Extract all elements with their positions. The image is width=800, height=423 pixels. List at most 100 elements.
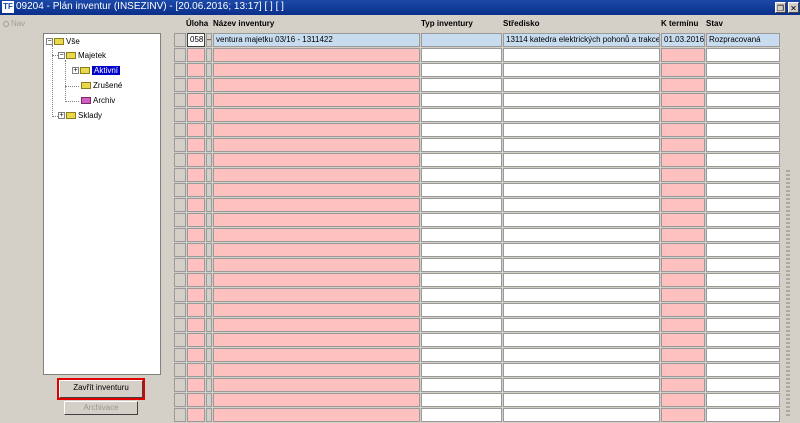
- cell-status[interactable]: [706, 378, 780, 392]
- cell-type[interactable]: [421, 303, 502, 317]
- cell-status[interactable]: [706, 393, 780, 407]
- row-selector[interactable]: [174, 228, 186, 242]
- cell-status[interactable]: [706, 243, 780, 257]
- cell-due[interactable]: [661, 213, 705, 227]
- cell-due[interactable]: [661, 393, 705, 407]
- cell-type[interactable]: [421, 363, 502, 377]
- row-selector[interactable]: [174, 318, 186, 332]
- cell-due[interactable]: [661, 318, 705, 332]
- row-selector[interactable]: [174, 303, 186, 317]
- row-selector[interactable]: [174, 213, 186, 227]
- cell-task[interactable]: [187, 333, 205, 347]
- cell-due[interactable]: [661, 333, 705, 347]
- cell-type[interactable]: [421, 108, 502, 122]
- cell-status[interactable]: [706, 273, 780, 287]
- cell-due[interactable]: 01.03.2016: [661, 33, 705, 47]
- cell-due[interactable]: [661, 243, 705, 257]
- cell-task[interactable]: [187, 48, 205, 62]
- close-inventory-button[interactable]: Zavřít inventuru: [57, 378, 145, 400]
- cell-status[interactable]: [706, 123, 780, 137]
- cell-due[interactable]: [661, 153, 705, 167]
- row-selector[interactable]: [174, 408, 186, 422]
- cell-status[interactable]: [706, 183, 780, 197]
- cell-task[interactable]: [187, 78, 205, 92]
- row-selector[interactable]: [174, 258, 186, 272]
- cell-due[interactable]: [661, 183, 705, 197]
- cell-center[interactable]: [503, 108, 660, 122]
- cell-type[interactable]: [421, 48, 502, 62]
- row-selector[interactable]: [174, 93, 186, 107]
- row-selector[interactable]: [174, 378, 186, 392]
- cell-due[interactable]: [661, 138, 705, 152]
- cell-due[interactable]: [661, 378, 705, 392]
- cell-center[interactable]: [503, 408, 660, 422]
- archive-button[interactable]: Archivace: [64, 401, 138, 415]
- cell-due[interactable]: [661, 63, 705, 77]
- cell-center[interactable]: [503, 63, 660, 77]
- header-name[interactable]: Název inventury: [213, 19, 274, 31]
- nav-button[interactable]: Nav: [3, 19, 25, 28]
- cell-center[interactable]: [503, 93, 660, 107]
- tree-node-archiv[interactable]: Archiv: [81, 95, 115, 107]
- cell-task[interactable]: [187, 258, 205, 272]
- row-lookup-button[interactable]: [206, 288, 212, 302]
- row-selector[interactable]: [174, 363, 186, 377]
- row-lookup-button[interactable]: [206, 393, 212, 407]
- cell-name[interactable]: [213, 198, 420, 212]
- cell-name[interactable]: [213, 213, 420, 227]
- cell-center[interactable]: [503, 273, 660, 287]
- cell-due[interactable]: [661, 168, 705, 182]
- row-selector[interactable]: [174, 138, 186, 152]
- cell-due[interactable]: [661, 288, 705, 302]
- cell-type[interactable]: [421, 228, 502, 242]
- row-lookup-button[interactable]: [206, 168, 212, 182]
- cell-due[interactable]: [661, 48, 705, 62]
- row-selector[interactable]: [174, 168, 186, 182]
- cell-due[interactable]: [661, 273, 705, 287]
- tree-node-majetek[interactable]: − Majetek: [58, 50, 106, 62]
- cell-task[interactable]: [187, 63, 205, 77]
- cell-name[interactable]: [213, 303, 420, 317]
- row-lookup-button[interactable]: [206, 63, 212, 77]
- cell-task[interactable]: [187, 393, 205, 407]
- row-lookup-button[interactable]: [206, 333, 212, 347]
- cell-status[interactable]: [706, 363, 780, 377]
- cell-status[interactable]: [706, 198, 780, 212]
- row-selector[interactable]: [174, 108, 186, 122]
- cell-task[interactable]: [187, 408, 205, 422]
- cell-center[interactable]: [503, 48, 660, 62]
- cell-task[interactable]: [187, 228, 205, 242]
- cell-due[interactable]: [661, 348, 705, 362]
- row-selector[interactable]: [174, 48, 186, 62]
- cell-name[interactable]: [213, 348, 420, 362]
- cell-name[interactable]: [213, 393, 420, 407]
- cell-center[interactable]: [503, 183, 660, 197]
- cell-type[interactable]: [421, 183, 502, 197]
- cell-status[interactable]: [706, 108, 780, 122]
- cell-name[interactable]: [213, 48, 420, 62]
- tree-node-aktivni[interactable]: + Aktivní: [72, 65, 121, 77]
- cell-center[interactable]: [503, 153, 660, 167]
- cell-center[interactable]: [503, 288, 660, 302]
- row-lookup-button[interactable]: [206, 258, 212, 272]
- expand-icon[interactable]: +: [58, 112, 65, 120]
- cell-center[interactable]: 13114 katedra elektrických pohonů a trak…: [503, 33, 660, 47]
- cell-task[interactable]: [187, 378, 205, 392]
- row-selector[interactable]: [174, 183, 186, 197]
- cell-status[interactable]: [706, 288, 780, 302]
- cell-task[interactable]: [187, 273, 205, 287]
- cell-type[interactable]: [421, 288, 502, 302]
- cell-center[interactable]: [503, 363, 660, 377]
- cell-name[interactable]: [213, 408, 420, 422]
- cell-name[interactable]: [213, 168, 420, 182]
- row-lookup-button[interactable]: [206, 108, 212, 122]
- cell-name[interactable]: [213, 123, 420, 137]
- cell-due[interactable]: [661, 303, 705, 317]
- row-selector[interactable]: [174, 33, 186, 47]
- cell-center[interactable]: [503, 78, 660, 92]
- cell-name[interactable]: [213, 183, 420, 197]
- cell-type[interactable]: [421, 78, 502, 92]
- cell-name[interactable]: [213, 288, 420, 302]
- row-lookup-button[interactable]: [206, 183, 212, 197]
- cell-name[interactable]: [213, 228, 420, 242]
